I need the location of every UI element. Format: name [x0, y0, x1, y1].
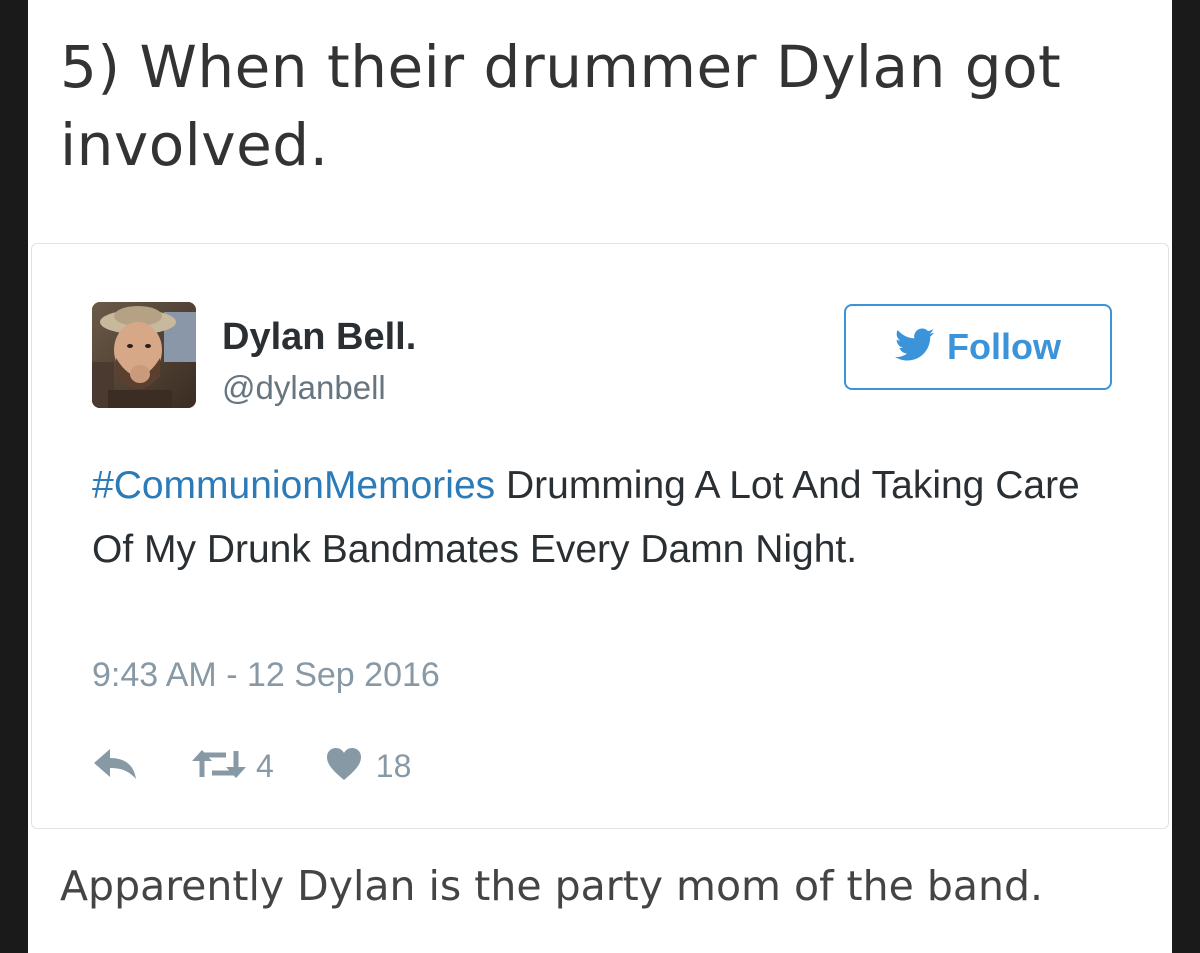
article-caption: Apparently Dylan is the party mom of the… — [60, 862, 1044, 910]
tweet-timestamp[interactable]: 9:43 AM - 12 Sep 2016 — [92, 656, 440, 695]
hashtag-link[interactable]: #CommunionMemories — [92, 464, 495, 507]
retweet-icon — [190, 747, 248, 786]
tweet-actions: 4 18 — [92, 742, 411, 790]
embedded-tweet[interactable]: Dylan Bell. @dylanbell Follow #Communion… — [31, 243, 1169, 829]
section-heading: 5) When their drummer Dylan got involved… — [60, 33, 1062, 179]
like-count: 18 — [375, 747, 412, 784]
follow-button-label: Follow — [947, 326, 1061, 367]
avatar[interactable] — [92, 302, 196, 408]
reply-button[interactable] — [92, 747, 138, 786]
article-page: 5) When their drummer Dylan got involved… — [28, 0, 1172, 953]
reply-icon — [92, 747, 138, 786]
like-button[interactable]: 18 — [326, 747, 412, 786]
display-name[interactable]: Dylan Bell. — [222, 316, 416, 359]
twitter-bird-icon — [895, 328, 935, 367]
tweet-text: #CommunionMemories Drumming A Lot And Ta… — [92, 454, 1092, 582]
heart-icon — [326, 747, 362, 786]
retweet-count: 4 — [256, 747, 274, 784]
retweet-button[interactable]: 4 — [190, 747, 274, 786]
follow-button[interactable]: Follow — [844, 304, 1112, 390]
user-handle[interactable]: @dylanbell — [222, 369, 386, 407]
